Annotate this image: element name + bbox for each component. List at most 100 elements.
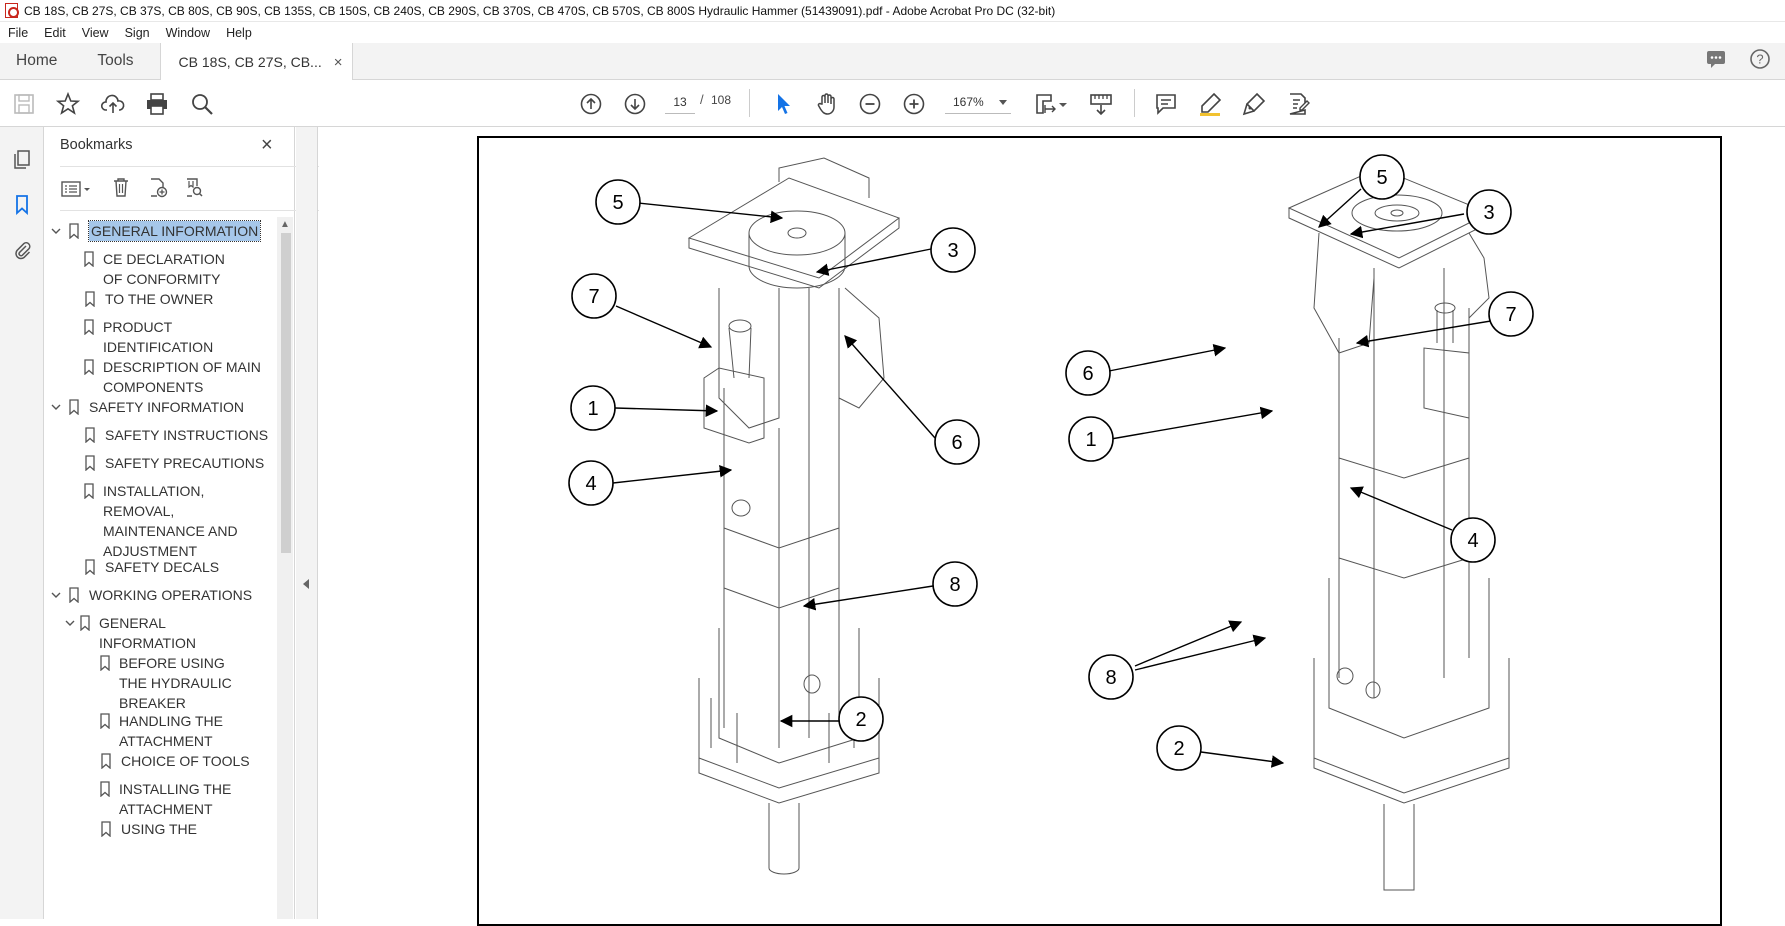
- menu-help[interactable]: Help: [218, 26, 260, 40]
- menu-bar: File Edit View Sign Window Help: [0, 22, 1785, 43]
- bookmark-item[interactable]: BEFORE USING THE HYDRAULIC BREAKER: [99, 653, 249, 713]
- bookmarks-divider: [60, 210, 330, 211]
- bookmark-options-icon[interactable]: [60, 178, 94, 200]
- comment-icon[interactable]: [1152, 90, 1180, 118]
- bookmark-flag-icon: [79, 613, 91, 633]
- comment-chat-icon[interactable]: [1705, 48, 1727, 75]
- search-zoom-icon[interactable]: [188, 90, 216, 118]
- callout-label: 4: [585, 473, 596, 495]
- bookmark-flag-icon: [83, 557, 97, 577]
- bookmark-label: INSTALLATION, REMOVAL, MAINTENANCE AND A…: [103, 483, 238, 559]
- panel-collapse-strip[interactable]: [296, 127, 318, 919]
- menu-file[interactable]: File: [0, 26, 36, 40]
- bookmark-label: INSTALLING THE ATTACHMENT: [119, 781, 232, 817]
- menu-window[interactable]: Window: [158, 26, 218, 40]
- scroll-up-icon[interactable]: ▲: [280, 219, 290, 230]
- hammer-diagram: 5 3 7 1 6 4 8 2 5 3 7 6 1 4 8 2: [568, 154, 1534, 891]
- left-callouts: [612, 200, 936, 728]
- print-icon[interactable]: [143, 90, 171, 118]
- bookmark-item[interactable]: SAFETY DECALS: [83, 557, 263, 577]
- bookmark-item[interactable]: TO THE OWNER: [83, 289, 263, 309]
- bookmark-flag-icon: [99, 653, 111, 673]
- page-thumbnails-icon[interactable]: [8, 145, 36, 173]
- tab-close-icon[interactable]: ×: [334, 54, 343, 71]
- bookmark-flag-icon: [99, 819, 113, 839]
- bookmarks-toolbar: [60, 175, 204, 203]
- scroll-mode-icon[interactable]: [1087, 90, 1115, 118]
- find-bookmark-icon[interactable]: [182, 176, 204, 203]
- delete-bookmark-icon[interactable]: [110, 176, 132, 203]
- bookmark-item[interactable]: INSTALLING THE ATTACHMENT: [99, 779, 239, 819]
- upload-cloud-icon[interactable]: [99, 90, 127, 118]
- bookmark-star-icon[interactable]: [54, 90, 82, 118]
- bookmarks-scrollbar[interactable]: ▲: [277, 217, 293, 919]
- zoom-level-select[interactable]: 167%: [945, 90, 1011, 114]
- collapse-panel-icon[interactable]: [303, 579, 309, 589]
- page-fit-dropdown-icon[interactable]: [1056, 90, 1070, 118]
- menu-view[interactable]: View: [74, 26, 117, 40]
- menu-edit[interactable]: Edit: [36, 26, 74, 40]
- menu-sign[interactable]: Sign: [117, 26, 158, 40]
- callout-label: 6: [951, 432, 962, 454]
- bookmark-flag-icon: [83, 289, 97, 309]
- window-title: CB 18S, CB 27S, CB 37S, CB 80S, CB 90S, …: [24, 3, 1056, 18]
- chevron-down-icon[interactable]: [65, 613, 75, 633]
- bookmark-flag-icon: [83, 357, 95, 377]
- bookmarks-panel-icon[interactable]: [8, 190, 36, 218]
- previous-page-icon[interactable]: [577, 90, 605, 118]
- chevron-down-icon[interactable]: [49, 397, 63, 417]
- bookmark-item[interactable]: GENERAL INFORMATION: [49, 220, 262, 242]
- highlight-pen-icon[interactable]: [1196, 90, 1224, 118]
- bookmark-item[interactable]: WORKING OPERATIONS: [49, 585, 252, 605]
- bookmark-item[interactable]: CHOICE OF TOOLS: [99, 751, 275, 771]
- svg-text:?: ?: [1756, 51, 1763, 66]
- hand-tool-icon[interactable]: [813, 90, 841, 118]
- right-callout-circles: [1065, 154, 1534, 771]
- zoom-in-icon[interactable]: [900, 90, 928, 118]
- bookmark-item[interactable]: GENERAL INFORMATION: [65, 613, 215, 653]
- bookmark-flag-icon: [67, 585, 81, 605]
- bookmark-item[interactable]: USING THE: [99, 819, 239, 839]
- bookmarks-panel: Bookmarks × GENERAL INFORMATION CE DECLA…: [45, 127, 330, 919]
- page-number-input[interactable]: 13: [665, 90, 695, 114]
- left-callout-labels: 5 3 7 1 6 4 8 2: [585, 192, 962, 731]
- callout-label: 7: [588, 286, 599, 308]
- tab-home[interactable]: Home: [0, 43, 79, 79]
- bookmark-label: BEFORE USING THE HYDRAULIC BREAKER: [119, 655, 232, 711]
- bookmark-item[interactable]: DESCRIPTION OF MAIN COMPONENTS: [83, 357, 275, 397]
- callout-label: 5: [612, 192, 623, 214]
- bookmark-flag-icon: [83, 317, 95, 337]
- callout-label: 4: [1467, 530, 1478, 552]
- next-page-icon[interactable]: [621, 90, 649, 118]
- help-icon[interactable]: ?: [1749, 48, 1771, 75]
- tab-document[interactable]: CB 18S, CB 27S, CB... ×: [159, 43, 354, 81]
- bookmark-item[interactable]: INSTALLATION, REMOVAL, MAINTENANCE AND A…: [83, 481, 253, 561]
- bookmark-item[interactable]: SAFETY INSTRUCTIONS: [83, 425, 275, 445]
- bookmark-item[interactable]: CE DECLARATION OF CONFORMITY: [83, 249, 243, 289]
- bookmark-item[interactable]: HANDLING THE ATTACHMENT: [99, 711, 239, 751]
- tab-bar: Home Tools CB 18S, CB 27S, CB... × ?: [0, 43, 1785, 81]
- attachments-icon[interactable]: [8, 235, 36, 263]
- chevron-down-icon[interactable]: [49, 221, 63, 241]
- scrollbar-thumb[interactable]: [281, 233, 291, 553]
- bookmarks-close-icon[interactable]: ×: [261, 134, 273, 157]
- save-icon[interactable]: [10, 90, 38, 118]
- bookmarks-divider: [60, 166, 330, 167]
- main-toolbar: [0, 80, 1785, 127]
- chevron-down-icon[interactable]: [49, 585, 63, 605]
- toolbar-divider: [1134, 89, 1135, 117]
- bookmark-item[interactable]: SAFETY INFORMATION: [49, 397, 244, 417]
- zoom-out-icon[interactable]: [856, 90, 884, 118]
- page-total: 108: [711, 93, 732, 107]
- bookmark-label: CHOICE OF TOOLS: [121, 753, 250, 769]
- bookmarks-title: Bookmarks: [60, 137, 133, 153]
- tab-tools[interactable]: Tools: [79, 43, 151, 79]
- edit-pdf-icon[interactable]: [1284, 90, 1312, 118]
- sign-pen-icon[interactable]: [1240, 90, 1268, 118]
- new-bookmark-icon[interactable]: [146, 176, 168, 203]
- bookmark-label: HANDLING THE ATTACHMENT: [119, 713, 223, 749]
- select-cursor-icon[interactable]: [769, 90, 797, 118]
- bookmark-item[interactable]: PRODUCT IDENTIFICATION: [83, 317, 223, 357]
- bookmark-item[interactable]: SAFETY PRECAUTIONS: [83, 453, 275, 473]
- callout-label: 7: [1505, 304, 1516, 326]
